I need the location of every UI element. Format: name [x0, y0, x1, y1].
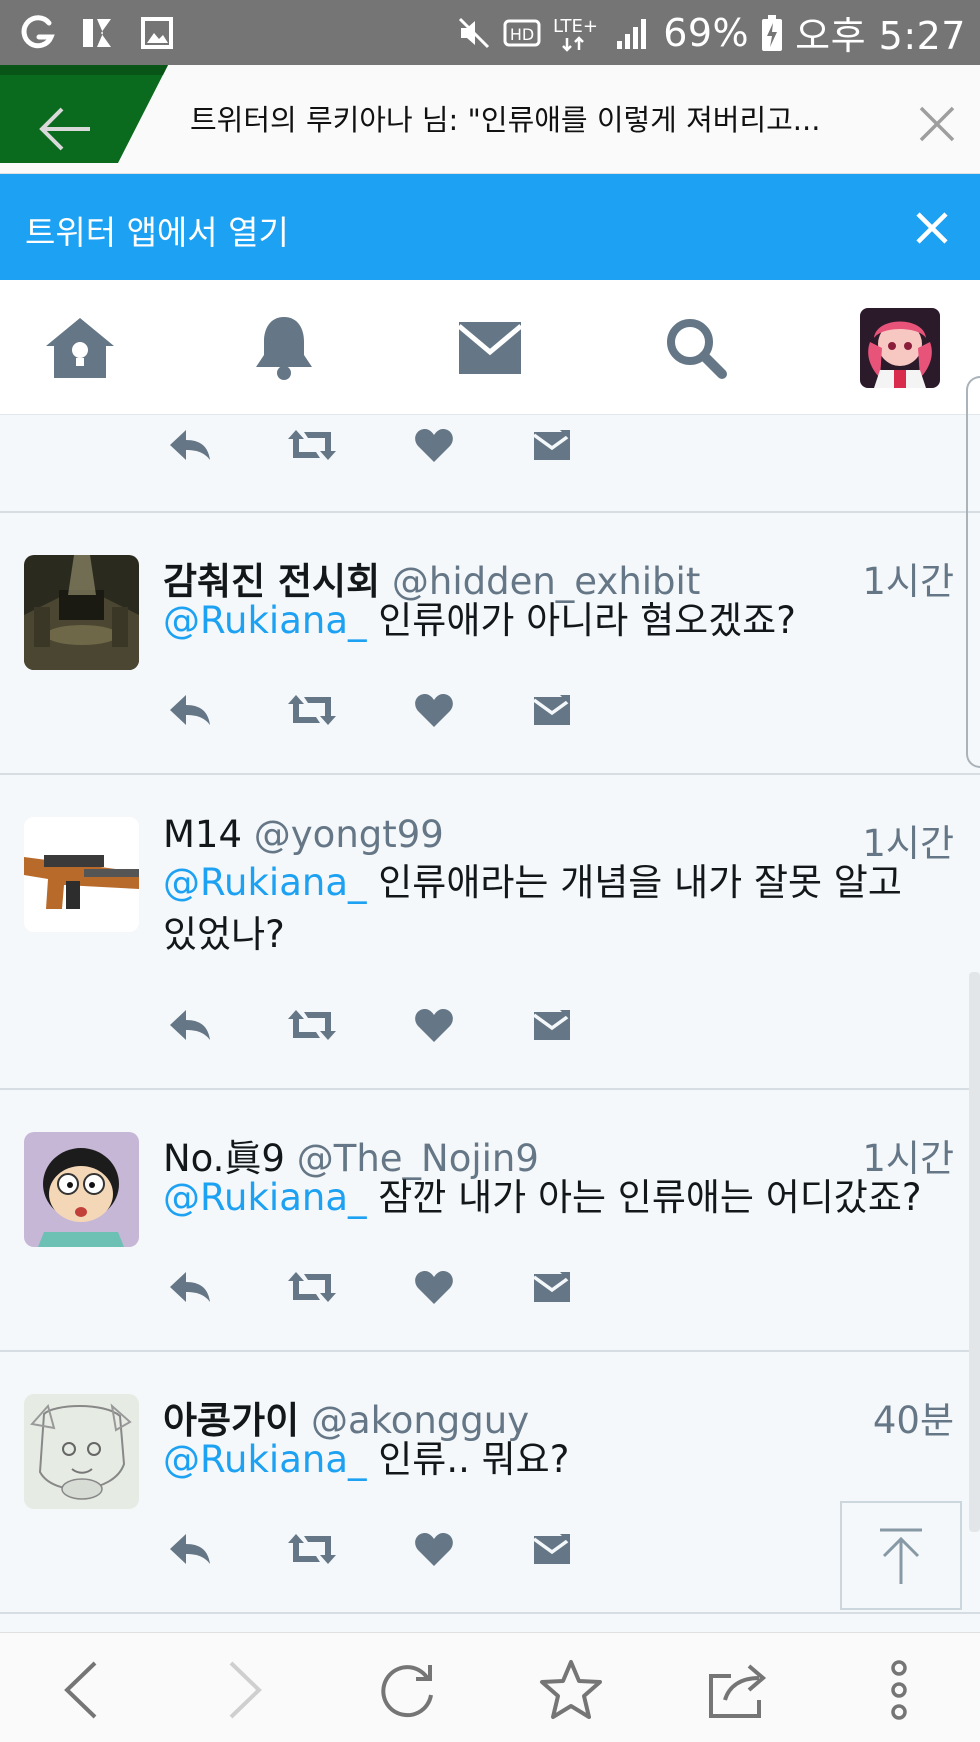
scroll-indicator-edge — [966, 376, 980, 768]
like-icon[interactable] — [407, 420, 461, 470]
tweet[interactable]: M14 @yongt99 1시간 @Rukiana_ 인류애라는 개념을 내가 … — [0, 775, 980, 1090]
user-avatar[interactable] — [24, 555, 139, 670]
svg-text:LTE+: LTE+ — [553, 16, 598, 37]
search-icon[interactable] — [660, 312, 732, 384]
like-icon[interactable] — [407, 685, 461, 735]
user-avatar[interactable] — [24, 817, 139, 932]
profile-avatar[interactable] — [860, 308, 940, 388]
battery-charging-icon — [761, 14, 783, 52]
direct-message-icon[interactable] — [525, 1262, 579, 1312]
close-icon — [916, 212, 948, 244]
mention-link[interactable]: @Rukiana_ — [163, 1176, 367, 1219]
mention-link[interactable]: @Rukiana_ — [163, 599, 367, 642]
retweet-icon[interactable] — [285, 1262, 339, 1312]
scroll-to-top-button[interactable] — [840, 1501, 962, 1610]
direct-message-icon[interactable] — [525, 420, 579, 470]
tweet-actions — [163, 1262, 583, 1312]
share-button[interactable] — [706, 1657, 772, 1723]
direct-message-icon[interactable] — [525, 1000, 579, 1050]
status-bar: HD LTE+ 69% 오후 5:27 — [0, 0, 980, 65]
refresh-icon — [381, 1665, 433, 1718]
retweet-icon[interactable] — [285, 420, 339, 470]
user-avatar[interactable] — [24, 1132, 139, 1247]
tweet-text: @Rukiana_ 인류애라는 개념을 내가 잘못 알고 있었나? — [163, 857, 943, 961]
tweet[interactable]: 감춰진 전시회 @hidden_exhibit 1시간 @Rukiana_ 인류… — [0, 513, 980, 775]
star-icon — [540, 1660, 602, 1719]
more-options-button[interactable] — [866, 1657, 932, 1723]
reply-icon[interactable] — [163, 1262, 217, 1312]
reply-icon[interactable] — [163, 1524, 217, 1574]
browser-title-bar: 트위터의 루키아나 님: "인류애를 이렇게 져버리고... — [0, 65, 980, 174]
like-icon[interactable] — [407, 1000, 461, 1050]
tweet-actions — [163, 420, 583, 470]
messages-icon[interactable] — [454, 312, 526, 384]
back-nav-button[interactable] — [48, 1657, 114, 1723]
tweet-actions — [163, 1524, 583, 1574]
clock: 오후 5:27 — [795, 14, 966, 58]
svg-text:HD: HD — [510, 25, 534, 44]
arrow-up-icon — [880, 1528, 922, 1584]
tweet-text: @Rukiana_ 잠깐 내가 아는 인류애는 어디갔죠? — [163, 1172, 963, 1224]
close-tab-button[interactable] — [915, 102, 959, 146]
tweet-feed: 감춰진 전시회 @hidden_exhibit 1시간 @Rukiana_ 인류… — [0, 415, 980, 1632]
open-in-app-banner[interactable]: 트위터 앱에서 열기 — [0, 174, 980, 280]
vpn-key-icon — [78, 14, 116, 52]
tweet-actions — [163, 1000, 583, 1050]
dismiss-banner-button[interactable] — [912, 208, 952, 248]
signal-icon — [615, 15, 651, 51]
tweet-body: 잠깐 내가 아는 인류애는 어디갔죠? — [366, 1176, 922, 1219]
back-button[interactable] — [0, 65, 170, 163]
home-icon[interactable] — [44, 312, 116, 384]
tweet-header: M14 @yongt99 1시간 — [163, 813, 954, 865]
reply-icon[interactable] — [163, 685, 217, 735]
battery-percent: 69% — [663, 10, 750, 55]
chevron-left-icon — [64, 1661, 97, 1719]
hd-icon: HD — [503, 18, 541, 48]
status-icons-left — [18, 14, 176, 52]
lte-icon: LTE+ — [553, 14, 603, 52]
mention-link[interactable]: @Rukiana_ — [163, 861, 367, 904]
gallery-icon — [138, 14, 176, 52]
chevron-right-icon — [229, 1661, 262, 1719]
reply-icon[interactable] — [163, 420, 217, 470]
direct-message-icon[interactable] — [525, 1524, 579, 1574]
forward-nav-button[interactable] — [212, 1657, 278, 1723]
user-avatar[interactable] — [24, 1394, 139, 1509]
close-icon — [919, 106, 955, 142]
tweet-header: 감춰진 전시회 @hidden_exhibit 1시간 — [163, 551, 954, 603]
reply-icon[interactable] — [163, 1000, 217, 1050]
tweet-header: 아콩가이 @akongguy 40분 — [163, 1390, 954, 1442]
tweet-body: 인류.. 뭐요? — [366, 1438, 570, 1481]
direct-message-icon[interactable] — [525, 685, 579, 735]
share-icon — [709, 1664, 767, 1718]
bookmark-button[interactable] — [538, 1657, 604, 1723]
retweet-icon[interactable] — [285, 685, 339, 735]
g-app-icon — [18, 14, 56, 52]
tweet-text: @Rukiana_ 인류애가 아니라 혐오겠죠? — [163, 595, 953, 647]
status-icons-right: HD LTE+ 69% 오후 5:27 — [457, 5, 966, 60]
more-vertical-icon — [891, 1660, 907, 1720]
mention-link[interactable]: @Rukiana_ — [163, 1438, 367, 1481]
mute-icon — [457, 16, 491, 50]
tweet[interactable]: No.眞9 @The_Nojin9 1시간 @Rukiana_ 잠깐 내가 아는… — [0, 1090, 980, 1352]
open-in-app-label[interactable]: 트위터 앱에서 열기 — [25, 206, 289, 254]
twitter-nav-bar — [0, 280, 980, 415]
browser-bottom-toolbar — [0, 1632, 980, 1742]
retweet-icon[interactable] — [285, 1000, 339, 1050]
user-name[interactable]: M14 — [163, 813, 242, 856]
page-title: 트위터의 루키아나 님: "인류애를 이렇게 져버리고... — [190, 103, 821, 137]
user-handle[interactable]: @yongt99 — [254, 813, 444, 856]
tweet-partial — [0, 415, 980, 513]
notifications-icon[interactable] — [248, 312, 320, 384]
scrollbar[interactable] — [969, 972, 980, 1532]
tweet-text: @Rukiana_ 인류.. 뭐요? — [163, 1434, 953, 1486]
tweet-header: No.眞9 @The_Nojin9 1시간 — [163, 1128, 954, 1180]
retweet-icon[interactable] — [285, 1524, 339, 1574]
refresh-button[interactable] — [374, 1657, 440, 1723]
like-icon[interactable] — [407, 1524, 461, 1574]
tweet-actions — [163, 685, 583, 735]
tweet[interactable]: 아콩가이 @akongguy 40분 @Rukiana_ 인류.. 뭐요? — [0, 1352, 980, 1614]
like-icon[interactable] — [407, 1262, 461, 1312]
tweet-body: 인류애가 아니라 혐오겠죠? — [366, 599, 796, 642]
